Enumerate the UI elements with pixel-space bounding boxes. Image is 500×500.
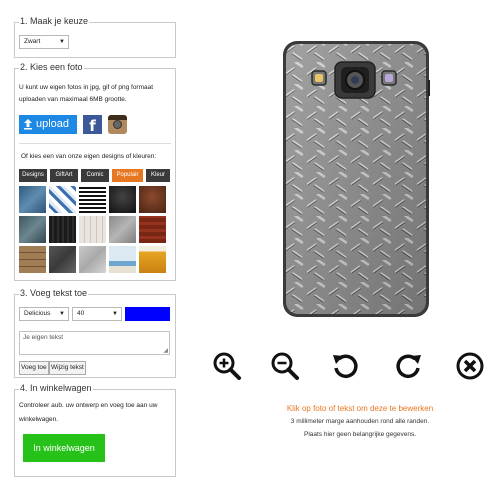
- design-thumb-white-wood[interactable]: [79, 216, 106, 243]
- tab-designs[interactable]: Designs: [19, 169, 47, 182]
- rotate-left-icon[interactable]: [330, 351, 360, 381]
- design-thumb-red-wood[interactable]: [139, 216, 166, 243]
- edit-text-button[interactable]: Wijzig tekst: [49, 361, 86, 375]
- step4-panel: 4. In winkelwagen Controleer aub. uw ont…: [14, 383, 176, 477]
- design-thumb-black-leather[interactable]: [109, 186, 136, 213]
- design-thumb-beach-boat[interactable]: [109, 246, 136, 273]
- design-thumb-concrete[interactable]: [109, 216, 136, 243]
- tab-giftart[interactable]: GiftArt: [50, 169, 78, 182]
- phone-case-preview[interactable]: [282, 40, 430, 318]
- tab-comic[interactable]: Comic: [81, 169, 109, 182]
- instagram-icon[interactable]: [108, 115, 127, 134]
- upload-icon: [24, 119, 32, 130]
- chevron-down-icon: ▼: [59, 311, 65, 317]
- step4-legend: 4. In winkelwagen: [19, 383, 93, 393]
- font-select-value: Delicious: [24, 310, 51, 317]
- step2-legend: 2. Kies een foto: [19, 62, 84, 72]
- size-select-value: 40: [77, 310, 85, 317]
- facebook-icon[interactable]: f: [83, 115, 102, 135]
- size-select[interactable]: 40 ▼: [72, 307, 122, 321]
- upload-button[interactable]: upload: [19, 115, 77, 134]
- important-note: Plaats hier geen belangrijke gegevens.: [303, 431, 417, 438]
- chevron-down-icon: ▼: [59, 39, 65, 45]
- chevron-down-icon: ▼: [112, 311, 118, 317]
- step3-legend: 3. Voeg tekst toe: [19, 288, 89, 298]
- rotate-right-icon[interactable]: [394, 351, 424, 381]
- delete-icon[interactable]: [455, 351, 485, 381]
- text-input-placeholder: Je eigen tekst: [23, 334, 64, 341]
- color-select[interactable]: Zwart ▼: [19, 35, 69, 49]
- design-thumb-wood-planks[interactable]: [19, 246, 46, 273]
- design-thumb-light-concrete[interactable]: [79, 246, 106, 273]
- font-select[interactable]: Delicious ▼: [19, 307, 69, 321]
- design-thumb-brown-leather[interactable]: [139, 186, 166, 213]
- text-input[interactable]: Je eigen tekst ◢: [19, 331, 170, 355]
- design-thumb-black-pattern[interactable]: [49, 216, 76, 243]
- step4-description-line1: Controleer aub. uw ontwerp en voeg toe a…: [19, 402, 158, 409]
- design-thumb-beer[interactable]: [139, 246, 166, 273]
- edit-hint: Klik op foto of tekst om deze te bewerke…: [286, 404, 434, 413]
- margin-note: 3 millimeter marge aanhouden rond alle r…: [290, 418, 430, 425]
- design-thumb-stripes[interactable]: [79, 186, 106, 213]
- resize-handle-icon[interactable]: ◢: [163, 347, 168, 354]
- design-thumb-blue-grey[interactable]: [19, 216, 46, 243]
- divider: [19, 143, 171, 144]
- upload-label: upload: [36, 118, 70, 130]
- tab-kleur[interactable]: Kleur: [146, 169, 170, 182]
- designs-intro-text: Of kies een van onze eigen designs of kl…: [21, 153, 157, 160]
- design-thumb-dark-stone[interactable]: [49, 246, 76, 273]
- step1-legend: 1. Maak je keuze: [19, 16, 90, 26]
- step2-description-line2: uploaden van maximaal 6MB grootte.: [19, 96, 127, 103]
- zoom-in-icon[interactable]: [212, 351, 242, 381]
- zoom-out-icon[interactable]: [270, 351, 300, 381]
- text-color-swatch[interactable]: [125, 307, 170, 321]
- design-thumb-blue-denim[interactable]: [19, 186, 46, 213]
- facebook-label: f: [89, 117, 96, 135]
- step1-panel: 1. Maak je keuze Zwart ▼: [14, 16, 176, 58]
- tab-populair[interactable]: Populair: [112, 169, 143, 182]
- color-select-value: Zwart: [24, 38, 41, 45]
- design-thumb-mosaic[interactable]: [49, 186, 76, 213]
- step2-panel: 2. Kies een foto U kunt uw eigen fotos i…: [14, 62, 176, 281]
- step2-description-line1: U kunt uw eigen fotos in jpg, gif of png…: [19, 84, 154, 91]
- step4-description-line2: winkelwagen.: [19, 416, 59, 423]
- add-to-cart-button[interactable]: In winkelwagen: [23, 434, 105, 462]
- step3-panel: 3. Voeg tekst toe Delicious ▼ 40 ▼ Je ei…: [14, 288, 176, 378]
- add-text-button[interactable]: Voeg toe: [19, 361, 49, 375]
